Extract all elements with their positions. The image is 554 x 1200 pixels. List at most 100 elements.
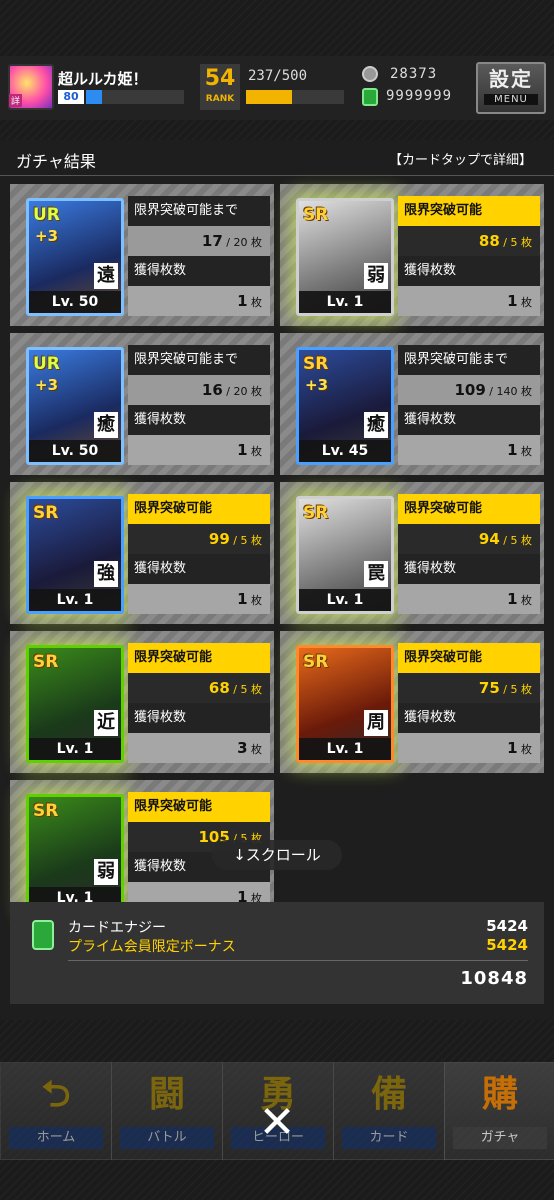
card-image[interactable]: UR +3 遠 Lv. 50 [26,198,124,316]
acquired-value: 1 枚 [237,435,262,467]
acquired-count: 1 [237,292,248,310]
card-cell[interactable]: UR +3 遠 Lv. 50 限界突破可能まで 17 / 20 枚獲得枚数 1 枚 [10,184,274,326]
settings-label: 設定 [489,67,533,91]
acquired-unit: 枚 [521,445,532,458]
nav-card[interactable]: 備カード [333,1062,445,1160]
break-max: 5 [510,534,518,547]
count-unit: 枚 [521,236,532,249]
plus-badge: +3 [35,227,59,245]
count-row: 88 / 5 枚 [398,226,540,256]
acquired-row: 1 枚 [128,584,270,614]
plus-badge: +3 [305,376,329,394]
card-image[interactable]: SR 近 Lv. 1 [26,645,124,763]
acquired-row: 1 枚 [398,435,540,465]
card-cell[interactable]: UR +3 癒 Lv. 50 限界突破可能まで 16 / 20 枚獲得枚数 1 枚 [10,333,274,475]
rank-label: RANK [205,94,235,104]
count-unit: 枚 [251,683,262,696]
acquired-count: 1 [507,590,518,608]
rarity-badge: SR [33,801,59,821]
stamina-fill [246,90,293,104]
card-image[interactable]: SR 罠 Lv. 1 [296,496,394,614]
owned-count: 99 [208,530,230,548]
card-cell[interactable]: SR 弱 Lv. 1 限界突破可能 88 / 5 枚獲得枚数 1 枚 [280,184,544,326]
limit-break-status: 限界突破可能 [398,643,540,673]
count-row: 109 / 140 枚 [398,375,540,405]
nav-battle[interactable]: 闘バトル [111,1062,223,1160]
card-level: Lv. 50 [29,440,121,462]
card-image[interactable]: UR +3 癒 Lv. 50 [26,347,124,465]
battle-icon: 闘 [148,1074,185,1115]
count-unit: 枚 [251,534,262,547]
rarity-badge: SR [303,354,329,374]
rarity-badge: SR [303,503,329,523]
acquired-label: 獲得枚数 [398,405,540,435]
nav-gacha[interactable]: 購ガチャ [444,1062,554,1160]
type-badge: 罠 [364,561,388,587]
acquired-unit: 枚 [521,594,532,607]
card-level: Lv. 1 [299,738,391,760]
rarity-badge: SR [303,205,329,225]
coin-icon [362,66,378,82]
card-cell[interactable]: SR 周 Lv. 1 限界突破可能 75 / 5 枚獲得枚数 1 枚 [280,631,544,773]
card-cell[interactable]: SR +3 癒 Lv. 45 限界突破可能まで 109 / 140 枚獲得枚数 1 枚 [280,333,544,475]
panel-hint: 【カードタップで詳細】 [388,153,532,168]
acquired-row: 1 枚 [398,733,540,763]
limit-break-status: 限界突破可能 [128,792,270,822]
count-unit: 枚 [521,683,532,696]
stamina-bar [246,90,344,104]
card-image[interactable]: SR 弱 Lv. 1 [296,198,394,316]
acquired-label: 獲得枚数 [128,405,270,435]
break-max: 20 [233,385,248,398]
rank-badge: 54 RANK [200,64,240,110]
card-image[interactable]: SR 弱 Lv. 1 [26,794,124,912]
card-info: 限界突破可能 88 / 5 枚獲得枚数 1 枚 [398,196,540,316]
acquired-value: 1 枚 [237,584,262,616]
card-image[interactable]: SR +3 癒 Lv. 45 [296,347,394,465]
limit-break-status: 限界突破可能 [128,643,270,673]
count-value: 16 / 20 枚 [201,381,262,399]
nav-label: バトル [120,1127,214,1149]
owned-count: 16 [201,381,223,399]
count-row: 75 / 5 枚 [398,673,540,703]
card-level: Lv. 1 [299,589,391,611]
card-cell[interactable]: SR 強 Lv. 1 限界突破可能 99 / 5 枚獲得枚数 1 枚 [10,482,274,624]
card-image[interactable]: SR 周 Lv. 1 [296,645,394,763]
acquired-row: 1 枚 [398,584,540,614]
nav-label: ホーム [9,1127,103,1149]
card-level: Lv. 1 [29,589,121,611]
count-value: 94 / 5 枚 [478,530,532,548]
type-badge: 癒 [94,412,118,438]
acquired-unit: 枚 [251,445,262,458]
exp-bar [86,90,184,104]
type-badge: 近 [94,710,118,736]
card-info: 限界突破可能まで 16 / 20 枚獲得枚数 1 枚 [128,345,270,465]
type-badge: 癒 [364,412,388,438]
card-cell[interactable]: SR 罠 Lv. 1 限界突破可能 94 / 5 枚獲得枚数 1 枚 [280,482,544,624]
count-row: 68 / 5 枚 [128,673,270,703]
count-value: 75 / 5 枚 [478,679,532,697]
card-info: 限界突破可能 99 / 5 枚獲得枚数 1 枚 [128,494,270,614]
break-max: 5 [240,683,248,696]
energy-icon [362,88,378,106]
card-image[interactable]: SR 強 Lv. 1 [26,496,124,614]
acquired-row: 1 枚 [128,286,270,316]
count-unit: 枚 [251,385,262,398]
owned-count: 109 [454,381,486,399]
settings-menu-button[interactable]: 設定 MENU [476,62,546,114]
count-row: 16 / 20 枚 [128,375,270,405]
bonus-summary: カードエナジー プライム会員限定ボーナス 5424 5424 10848 [10,902,544,1004]
panel-title: ガチャ結果 [16,152,96,171]
card-info: 限界突破可能まで 17 / 20 枚獲得枚数 1 枚 [128,196,270,316]
scroll-indicator[interactable]: ↓スクロール [212,840,342,870]
close-icon[interactable]: ✕ [254,1100,300,1146]
energy-can-icon [32,920,54,950]
limit-break-status: 限界突破可能 [398,494,540,524]
home-icon: ⮌ [41,1074,71,1115]
card-info: 限界突破可能 94 / 5 枚獲得枚数 1 枚 [398,494,540,614]
acquired-value: 1 枚 [507,584,532,616]
nav-home[interactable]: ⮌ ホーム [0,1062,112,1160]
card-cell[interactable]: SR 近 Lv. 1 限界突破可能 68 / 5 枚獲得枚数 3 枚 [10,631,274,773]
divider [68,960,528,961]
count-value: 17 / 20 枚 [201,232,262,250]
acquired-count: 1 [507,292,518,310]
